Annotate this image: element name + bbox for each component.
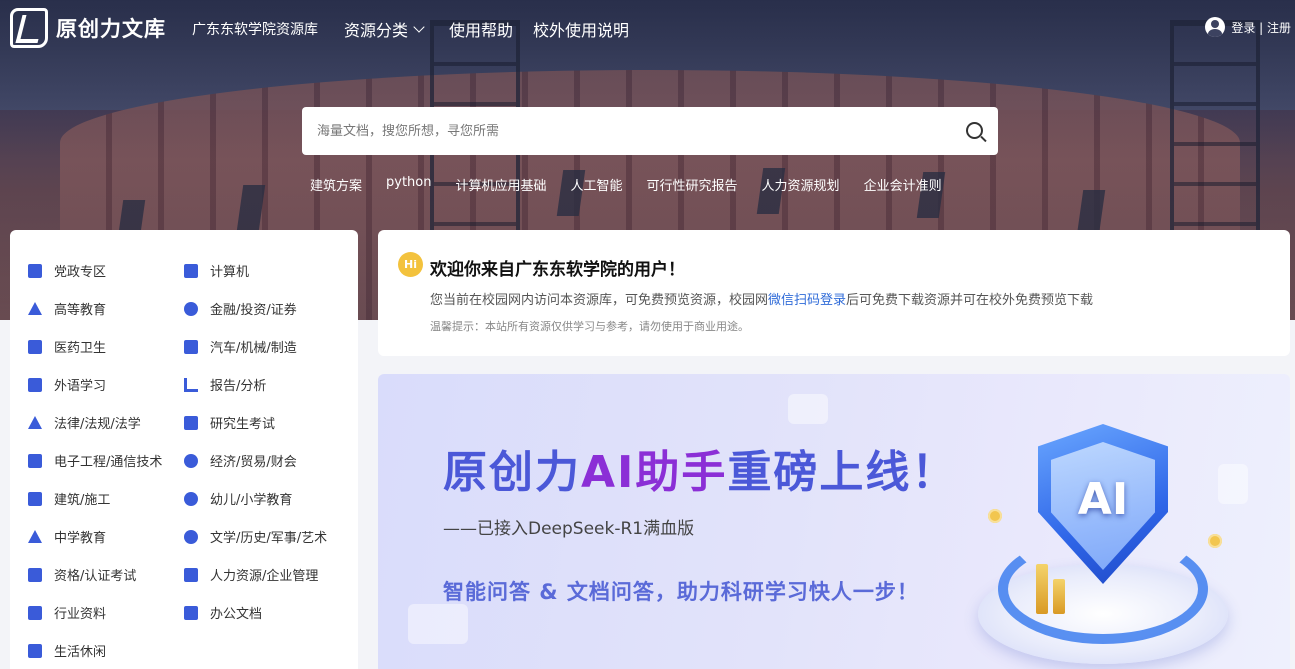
user-avatar-icon [1205, 17, 1226, 37]
users-icon [184, 567, 198, 582]
category-party-politics[interactable]: 党政专区 [28, 261, 106, 280]
finance-icon [184, 301, 198, 316]
hot-word[interactable]: python [386, 175, 431, 194]
category-postgraduate[interactable]: 研究生考试 [184, 413, 275, 432]
nav-help[interactable]: 使用帮助 [449, 17, 513, 41]
banner-subtitle: ——已接入DeepSeek-R1满血版 [443, 519, 695, 539]
nav-resource-category[interactable]: 资源分类 [344, 17, 425, 41]
school-name[interactable]: 广东东软学院资源库 [192, 19, 318, 39]
search-icon[interactable] [966, 122, 983, 139]
site-logo[interactable]: 原创力文库 [10, 8, 166, 48]
category-foreign-language[interactable]: 外语学习 [28, 375, 106, 394]
coffee-cup-icon [28, 643, 42, 658]
ai-shield-illustration: AI [958, 414, 1258, 669]
coin-icon [1208, 534, 1222, 548]
category-primary-school[interactable]: 幼儿/小学教育 [184, 489, 292, 508]
hot-word[interactable]: 建筑方案 [310, 175, 362, 194]
hot-word[interactable]: 企业会计准则 [864, 175, 942, 194]
welcome-tip: 温馨提示：本站所有资源仅供学习与参考，请勿使用于商业用途。 [430, 320, 749, 333]
translate-icon [28, 377, 42, 392]
hot-word[interactable]: 人工智能 [571, 175, 623, 194]
category-middle-school[interactable]: 中学教育 [28, 527, 106, 546]
search-box [302, 107, 998, 155]
category-automotive[interactable]: 汽车/机械/制造 [184, 337, 297, 356]
category-computer[interactable]: 计算机 [184, 261, 249, 280]
logo-icon [10, 8, 48, 48]
layers-icon [28, 605, 42, 620]
gavel-icon [28, 416, 42, 429]
shield-text: AI [1077, 474, 1129, 525]
banner-title: 原创力AI助手重磅上线！ [443, 447, 958, 498]
banner-slogan: 智能问答 & 文档问答，助力科研学习快人一步！ [443, 580, 919, 604]
category-leisure[interactable]: 生活休闲 [28, 641, 106, 660]
category-electronics[interactable]: 电子工程/通信技术 [28, 451, 162, 470]
child-icon [184, 491, 198, 506]
hi-badge-icon: Hi [398, 252, 423, 277]
medical-kit-icon [28, 339, 42, 354]
category-finance[interactable]: 金融/投资/证券 [184, 299, 297, 318]
wechat-login-link[interactable]: 微信扫码登录 [768, 293, 846, 308]
logo-text: 原创力文库 [56, 17, 166, 41]
hot-word[interactable]: 计算机应用基础 [456, 175, 547, 194]
category-certification[interactable]: 资格/认证考试 [28, 565, 136, 584]
category-office-docs[interactable]: 办公文档 [184, 603, 262, 622]
category-industry[interactable]: 行业资料 [28, 603, 106, 622]
welcome-title: 欢迎你来自广东东软学院的用户！ [430, 260, 685, 280]
nav-offcampus-guide[interactable]: 校外使用说明 [533, 17, 629, 41]
monitor-icon [184, 263, 198, 278]
certificate-icon [28, 567, 42, 582]
wrench-icon [184, 339, 198, 354]
money-icon [184, 453, 198, 468]
category-law[interactable]: 法律/法规/法学 [28, 413, 141, 432]
palette-icon [184, 529, 198, 544]
category-report[interactable]: 报告/分析 [184, 375, 266, 394]
school-icon [28, 530, 42, 543]
category-higher-education[interactable]: 高等教育 [28, 299, 106, 318]
graduation-cap-icon [28, 302, 42, 315]
top-nav: 原创力文库 广东东软学院资源库 资源分类 使用帮助 校外使用说明 登录 | 注册 [0, 0, 1295, 56]
files-icon [184, 605, 198, 620]
welcome-card: Hi 欢迎你来自广东东软学院的用户！ 您当前在校园网内访问本资源库，可免费预览资… [378, 230, 1290, 356]
hot-words: 建筑方案 python 计算机应用基础 人工智能 可行性研究报告 人力资源规划 … [310, 175, 966, 194]
category-sidebar: 党政专区 高等教育 医药卫生 外语学习 法律/法规/法学 电子工程/通信技术 建… [10, 230, 358, 669]
ai-assistant-banner[interactable]: 原创力AI助手重磅上线！ ——已接入DeepSeek-R1满血版 智能问答 & … [378, 374, 1290, 669]
building-icon [28, 491, 42, 506]
category-economics[interactable]: 经济/贸易/财会 [184, 451, 297, 470]
category-hr-management[interactable]: 人力资源/企业管理 [184, 565, 318, 584]
exam-paper-icon [184, 415, 198, 430]
welcome-description: 您当前在校园网内访问本资源库，可免费预览资源，校园网微信扫码登录后可免费下载资源… [430, 293, 1094, 308]
category-literature[interactable]: 文学/历史/军事/艺术 [184, 527, 327, 546]
chevron-down-icon [413, 21, 425, 33]
chip-icon [28, 453, 42, 468]
category-medicine[interactable]: 医药卫生 [28, 337, 106, 356]
search-input[interactable] [302, 107, 922, 155]
login-register[interactable]: 登录 | 注册 [1205, 17, 1291, 37]
document-icon [28, 263, 42, 278]
coin-icon [988, 509, 1002, 523]
hot-word[interactable]: 可行性研究报告 [647, 175, 738, 194]
hot-word[interactable]: 人力资源规划 [762, 175, 840, 194]
line-chart-icon [184, 377, 198, 392]
category-construction[interactable]: 建筑/施工 [28, 489, 110, 508]
